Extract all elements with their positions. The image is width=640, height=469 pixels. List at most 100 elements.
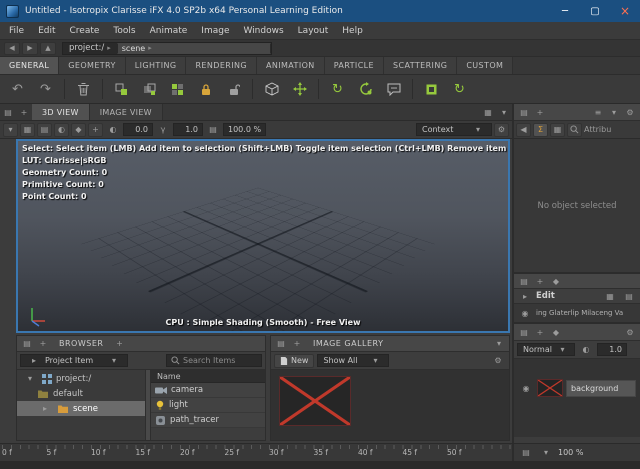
image-thumbnail-placeholder[interactable] xyxy=(279,376,351,426)
panel-menu-icon[interactable]: ▤ xyxy=(0,104,16,120)
chevron-down-icon[interactable]: ▾ xyxy=(606,108,622,117)
display-mode-button[interactable]: ▾ xyxy=(3,123,18,137)
chevron-down-icon[interactable]: ▾ xyxy=(496,104,512,120)
menu-tools[interactable]: Tools xyxy=(106,26,142,36)
tree-item-scene[interactable]: ▸ scene xyxy=(17,401,145,416)
menu-image[interactable]: Image xyxy=(194,26,236,36)
clone-item-button[interactable] xyxy=(137,77,162,101)
menu-animate[interactable]: Animate xyxy=(143,26,195,36)
attribute-tab-label[interactable]: Attribu xyxy=(584,125,611,134)
show-filter-dropdown[interactable]: Show All ▾ xyxy=(317,354,389,367)
layout-options-icon[interactable]: ▦ xyxy=(480,104,496,120)
timeline-scrollbar[interactable] xyxy=(0,461,640,469)
edit-section-row[interactable]: ▸ Edit ▦ ▤ xyxy=(514,289,640,304)
reload-button[interactable]: ↻ xyxy=(447,77,472,101)
tree-item-project[interactable]: ▾ project:/ xyxy=(17,371,145,386)
shading-mode-button[interactable]: ▤ xyxy=(37,123,52,137)
tab-particle[interactable]: PARTICLE xyxy=(325,57,384,74)
eye-icon[interactable]: ◉ xyxy=(518,384,534,393)
add-tab-icon[interactable]: + xyxy=(532,328,548,337)
minimize-button[interactable]: ─ xyxy=(550,0,580,22)
nav-back-button[interactable]: ◀ xyxy=(4,42,20,55)
panel-menu-icon[interactable]: ▤ xyxy=(19,339,35,348)
add-tab-icon[interactable]: + xyxy=(532,277,548,286)
tab-lighting[interactable]: LIGHTING xyxy=(126,57,187,74)
overlay-toggle-button[interactable]: + xyxy=(88,123,103,137)
viewport-zoom-value[interactable]: 100.0 % xyxy=(223,123,266,136)
tab-geometry[interactable]: GEOMETRY xyxy=(59,57,126,74)
tab-rendering[interactable]: RENDERING xyxy=(186,57,257,74)
nav-forward-button[interactable]: ▶ xyxy=(22,42,38,55)
blend-mode-dropdown[interactable]: Normal ▾ xyxy=(517,343,575,356)
history-back-button[interactable]: ◀ xyxy=(516,123,531,137)
list-icon[interactable]: ≡ xyxy=(590,108,606,117)
delete-button[interactable] xyxy=(71,77,96,101)
list-item-camera[interactable]: camera xyxy=(151,383,265,398)
tab-custom[interactable]: CUSTOM xyxy=(457,57,513,74)
snapshot-button[interactable]: ◆ xyxy=(71,123,86,137)
comment-button[interactable] xyxy=(381,77,406,101)
panel-menu-icon[interactable]: ▤ xyxy=(516,328,532,337)
instantiate-button[interactable] xyxy=(165,77,190,101)
menu-create[interactable]: Create xyxy=(63,26,107,36)
panel-menu-icon[interactable]: ▤ xyxy=(273,339,289,348)
add-icon[interactable]: + xyxy=(111,339,127,348)
close-button[interactable]: × xyxy=(610,0,640,22)
redo-button[interactable]: ↷ xyxy=(33,77,58,101)
add-tab-icon[interactable]: + xyxy=(35,339,51,348)
menu-file[interactable]: File xyxy=(2,26,31,36)
menu-edit[interactable]: Edit xyxy=(31,26,62,36)
tree-item-default[interactable]: default xyxy=(17,386,145,401)
menu-help[interactable]: Help xyxy=(335,26,370,36)
menu-windows[interactable]: Windows xyxy=(236,26,290,36)
panel-icon[interactable]: ▤ xyxy=(518,448,534,457)
chevron-down-icon[interactable]: ▾ xyxy=(491,339,507,348)
item-filter-dropdown[interactable]: ▸ Project Item ▾ xyxy=(20,354,128,367)
new-image-button[interactable]: New xyxy=(274,354,314,368)
evaluate-button[interactable]: ↻ xyxy=(325,77,350,101)
timeline-ruler[interactable]: 0 f 5 f 10 f 15 f 20 f 25 f 30 f 35 f 40… xyxy=(0,444,512,461)
attribute-search-button[interactable] xyxy=(567,123,582,137)
list-item-path-tracer[interactable]: path_tracer xyxy=(151,413,265,428)
gear-icon[interactable]: ⚙ xyxy=(490,356,506,365)
tab-scattering[interactable]: SCATTERING xyxy=(384,57,457,74)
title-bar[interactable]: Untitled - Isotropix Clarisse iFX 4.0 SP… xyxy=(0,0,640,22)
edit-content-row[interactable]: ◉ ing Glaterlip Milaceng Va xyxy=(514,304,640,324)
gamma-value[interactable]: 1.0 xyxy=(173,123,203,136)
grid-icon[interactable]: ▦ xyxy=(602,292,618,301)
tab-3d-view[interactable]: 3D VIEW xyxy=(32,104,90,120)
menu-layout[interactable]: Layout xyxy=(291,26,336,36)
viewport-settings-button[interactable]: ⚙ xyxy=(494,123,509,137)
opacity-value[interactable]: 1.0 xyxy=(597,343,627,356)
add-tab-icon[interactable]: + xyxy=(289,339,305,348)
transform-button[interactable] xyxy=(287,77,312,101)
add-tab-icon[interactable]: + xyxy=(16,104,32,120)
list-header-name[interactable]: Name xyxy=(151,370,265,383)
nav-up-button[interactable]: ▲ xyxy=(40,42,56,55)
eye-icon[interactable]: ◉ xyxy=(517,309,533,318)
maximize-button[interactable]: ▢ xyxy=(580,0,610,22)
export-button[interactable] xyxy=(419,77,444,101)
tab-general[interactable]: GENERAL xyxy=(0,57,59,74)
geometry-button[interactable] xyxy=(259,77,284,101)
exposure-value[interactable]: 0.0 xyxy=(123,123,153,136)
tab-image-view[interactable]: IMAGE VIEW xyxy=(90,104,163,120)
undo-button[interactable]: ↶ xyxy=(5,77,30,101)
panel-icon[interactable]: ▤ xyxy=(621,292,637,301)
breadcrumb-root[interactable]: project:/ ▸ xyxy=(63,43,117,54)
viewport-3d[interactable]: Select: Select item (LMB) Add item to se… xyxy=(16,139,510,333)
unlock-button[interactable] xyxy=(221,77,246,101)
camera-select-button[interactable]: ▦ xyxy=(20,123,35,137)
panel-menu-icon[interactable]: ▤ xyxy=(516,277,532,286)
grid-view-button[interactable]: ▦ xyxy=(550,123,565,137)
add-tab-icon[interactable]: + xyxy=(532,108,548,117)
search-input[interactable] xyxy=(183,356,255,365)
zoom-value[interactable]: 100 % xyxy=(558,448,583,457)
wireframe-toggle-button[interactable]: ◐ xyxy=(54,123,69,137)
lock-button[interactable] xyxy=(193,77,218,101)
gear-icon[interactable]: ⚙ xyxy=(622,108,638,117)
context-dropdown[interactable]: Context ▾ xyxy=(416,123,492,136)
gear-icon[interactable]: ⚙ xyxy=(622,328,638,337)
sync-render-button[interactable] xyxy=(353,77,378,101)
layer-row-background[interactable]: ◉ background xyxy=(518,379,636,397)
